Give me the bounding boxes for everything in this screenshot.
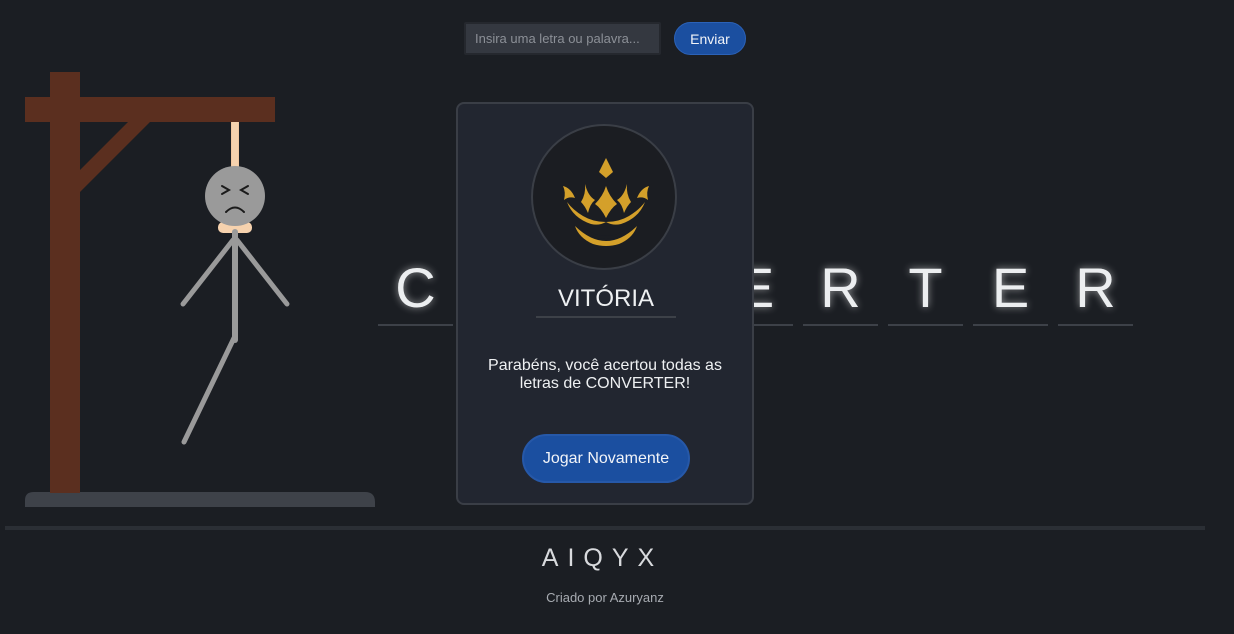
hanged-man-icon [180,122,290,445]
letter-slot: T [888,252,963,326]
modal-title: VITÓRIA [536,282,676,318]
guess-input[interactable] [464,22,661,55]
send-button[interactable]: Enviar [674,22,746,55]
gallows-illustration [25,72,375,507]
crown-icon [563,158,649,246]
wrong-letters: AIQYX [541,544,664,572]
play-again-button[interactable]: Jogar Novamente [522,434,690,483]
victory-modal: VITÓRIA Parabéns, você acertou todas as … [456,102,754,505]
letter-slot: E [973,252,1048,326]
letter: T [908,256,943,319]
letter: R [1075,256,1116,319]
footer-credit: Criado por Azuryanz [546,590,664,605]
letter-slot: R [1058,252,1133,326]
divider [5,526,1205,530]
letter: R [820,256,861,319]
letter: E [991,256,1030,319]
gallows-icon [25,72,375,507]
letter-slot: R [803,252,878,326]
letter-slot: C [378,252,453,326]
hangman-game: Enviar [0,0,1234,634]
crown-badge [531,124,677,270]
letter: C [395,256,436,319]
modal-message: Parabéns, você acertou todas as letras d… [488,357,722,392]
